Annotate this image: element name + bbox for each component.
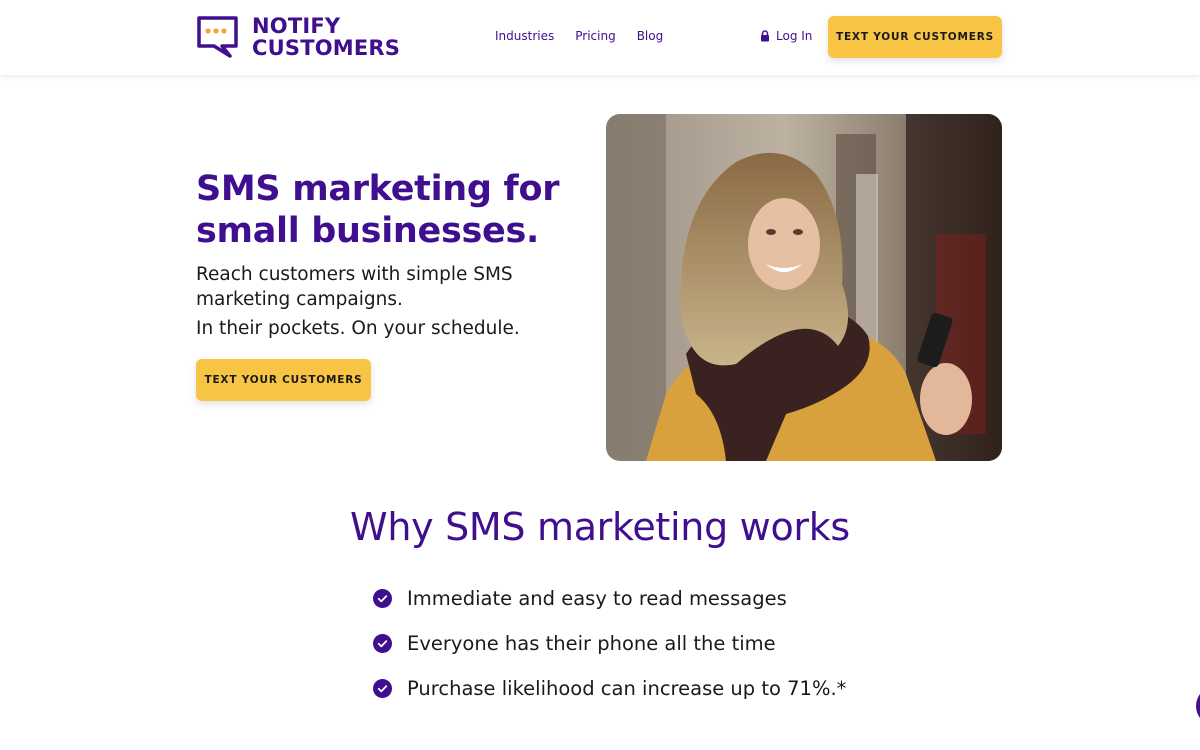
hero-photo (606, 114, 1002, 461)
benefit-text: Immediate and easy to read messages (407, 587, 787, 610)
check-circle-icon (373, 679, 392, 698)
check-circle-icon (373, 634, 392, 653)
login-label: Log In (776, 29, 813, 43)
list-item: Immediate and easy to read messages (373, 576, 846, 621)
benefit-text: Everyone has their phone all the time (407, 632, 776, 655)
main-nav: Industries Pricing Blog (495, 29, 663, 43)
chat-widget-button[interactable] (1196, 686, 1200, 726)
list-item: Everyone has their phone all the time (373, 621, 846, 666)
nav-blog[interactable]: Blog (637, 29, 664, 43)
benefit-text: Purchase likelihood can increase up to 7… (407, 677, 847, 700)
nav-industries[interactable]: Industries (495, 29, 554, 43)
woman-with-phone-photo (606, 114, 1002, 461)
chat-bubble-logo-icon (197, 16, 238, 58)
logo-line1: NOTIFY (252, 14, 341, 38)
site-header: NOTIFY CUSTOMERS Industries Pricing Blog… (0, 0, 1200, 75)
logo-line2: CUSTOMERS (252, 36, 401, 60)
login-link[interactable]: Log In (760, 29, 812, 43)
hero-subtitle: Reach customers with simple SMS marketin… (196, 264, 513, 310)
logo[interactable]: NOTIFY CUSTOMERS (196, 14, 400, 60)
why-section-title: Why SMS marketing works (350, 505, 850, 549)
logo-text: NOTIFY CUSTOMERS (252, 15, 400, 59)
check-circle-icon (373, 589, 392, 608)
benefits-list: Immediate and easy to read messages Ever… (373, 576, 846, 711)
lock-icon (761, 30, 769, 42)
header-cta-button[interactable]: TEXT YOUR CUSTOMERS (828, 16, 1002, 58)
hero-title: SMS marketing for small businesses. (196, 169, 560, 251)
list-item: Purchase likelihood can increase up to 7… (373, 666, 846, 711)
hero-cta-button[interactable]: TEXT YOUR CUSTOMERS (196, 359, 371, 401)
nav-pricing[interactable]: Pricing (575, 29, 615, 43)
hero-subtitle-2: In their pockets. On your schedule. (196, 318, 520, 339)
